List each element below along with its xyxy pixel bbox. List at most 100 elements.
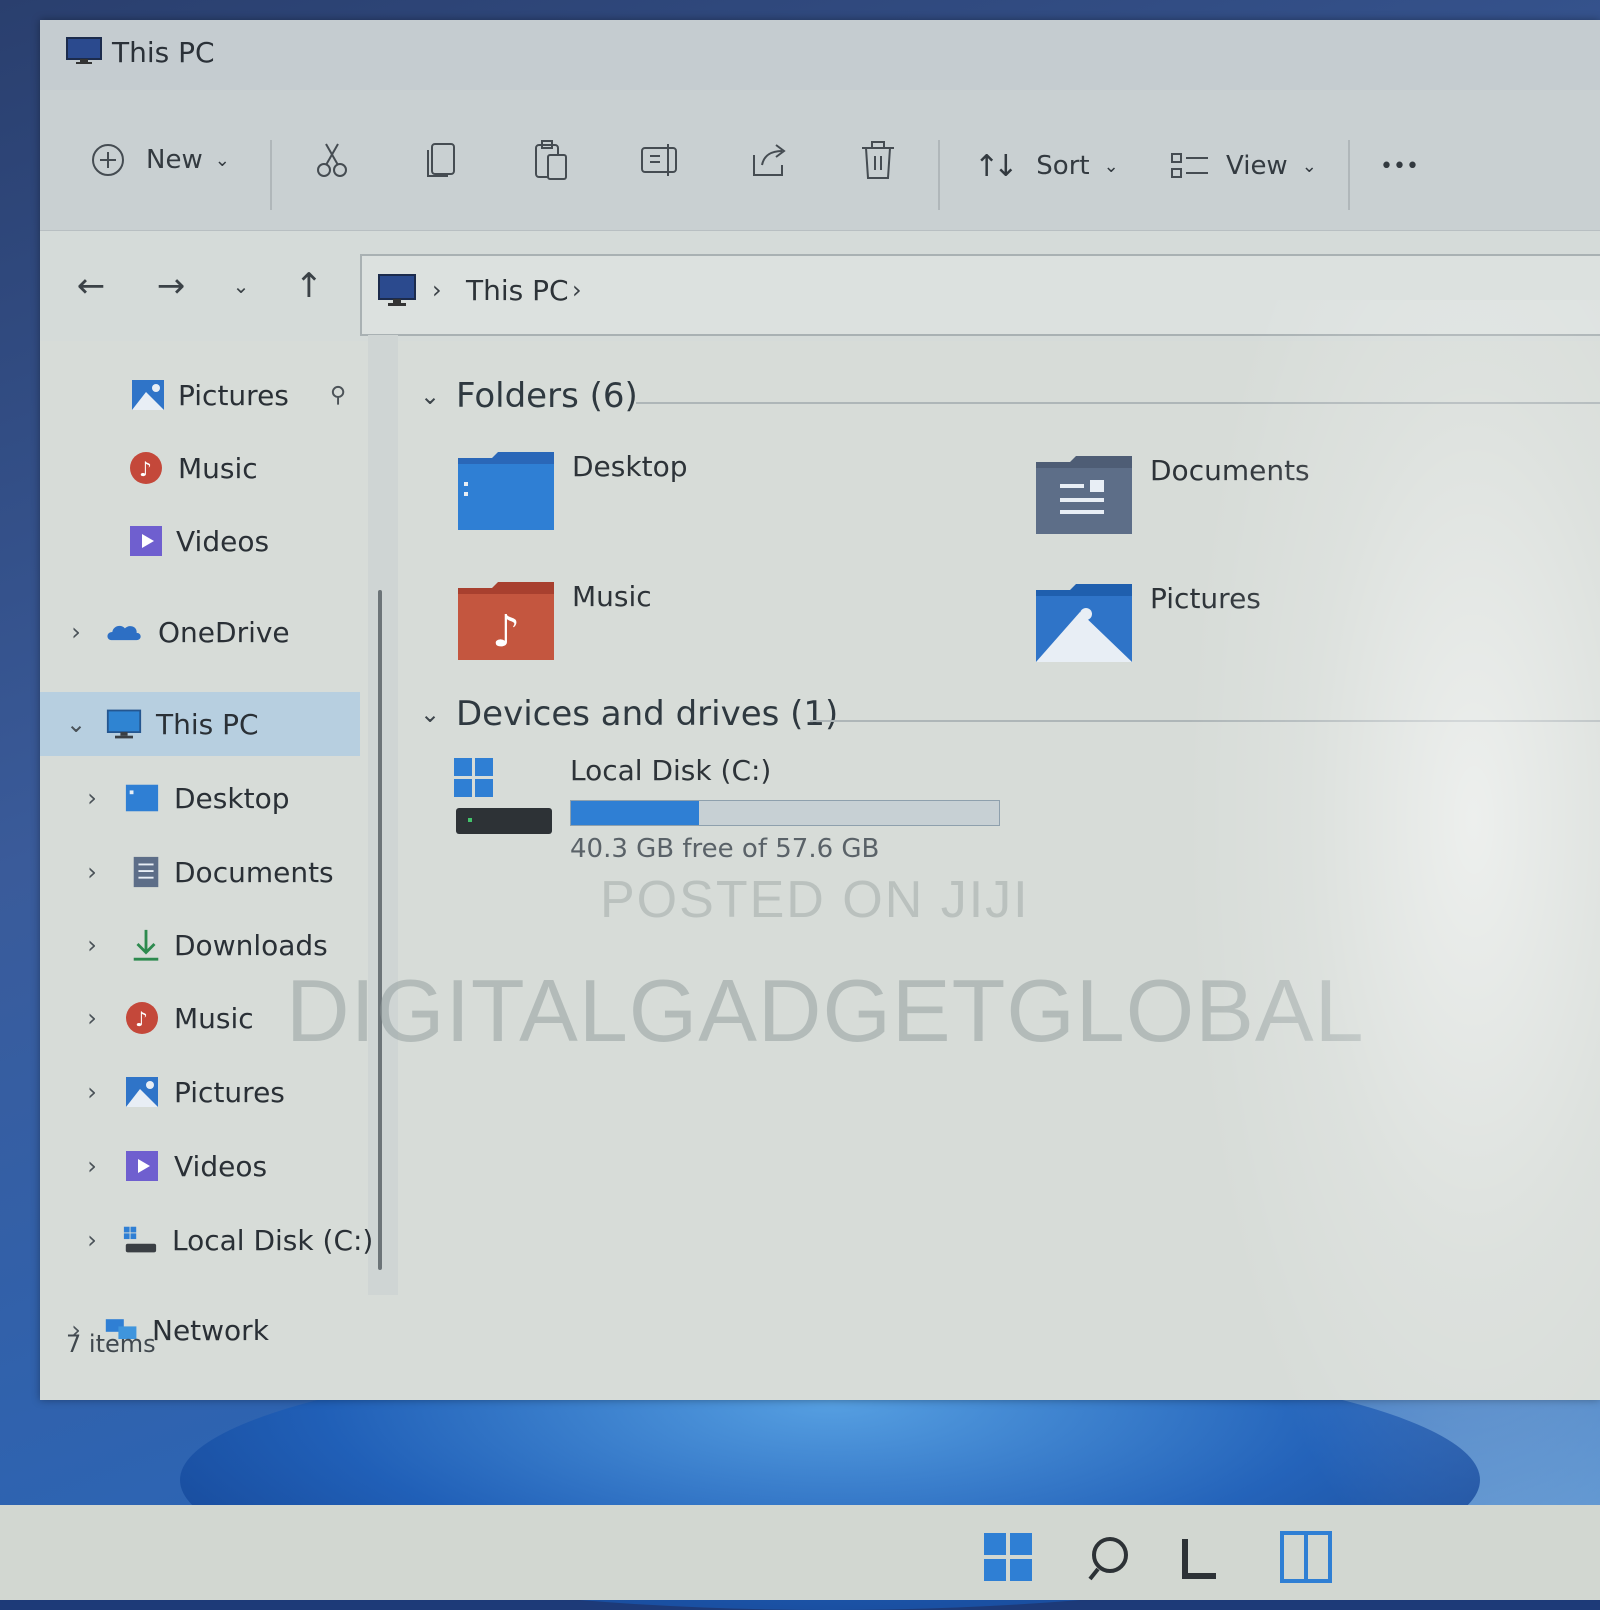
sidebar-scroll-track [368,335,398,1295]
watermark-line-1: POSTED ON JIJI [600,871,1030,929]
sidebar-item-label: Network [152,1313,269,1347]
sidebar-item-label: Local Disk (C:) [172,1223,374,1257]
drive-tile-local-disk[interactable]: Local Disk (C:) 40.3 GB free of 57.6 GB [454,754,1054,864]
drives-group-header[interactable]: ⌄ Devices and drives (1) [420,694,838,734]
chevron-down-icon[interactable]: ⌄ [420,382,450,410]
new-button[interactable]: New ⌄ [90,130,230,190]
chevron-down-icon[interactable]: ⌄ [64,710,88,738]
sort-label: Sort [1036,151,1090,181]
status-item-count: 7 items [66,1330,156,1358]
widgets-icon[interactable] [1278,1529,1334,1585]
sidebar-item-this-pc[interactable]: ⌄ This PC [40,692,360,756]
plus-circle-icon [92,144,124,176]
copy-icon [427,143,455,177]
chevron-right-icon[interactable]: › [64,618,88,646]
sidebar-item-label: Desktop [174,781,290,815]
monitor-icon [66,37,102,64]
pictures-icon [132,380,164,410]
sidebar-item-pictures-quick[interactable]: Pictures ⚲ [40,365,360,425]
chevron-right-icon[interactable]: › [80,784,104,812]
arrow-left-icon: ← [76,266,106,306]
trash-icon [862,141,894,179]
forward-button[interactable]: → [146,261,196,311]
chevron-down-icon: ⌄ [1301,155,1317,177]
back-button[interactable]: ← [66,261,116,311]
documents-folder-icon [1036,456,1132,534]
sidebar-item-documents[interactable]: › Documents [40,842,360,902]
sidebar-item-onedrive[interactable]: › OneDrive [40,602,360,662]
cut-button[interactable] [312,130,352,190]
sort-button[interactable]: ↑↓ Sort ⌄ [974,136,1119,196]
rename-button[interactable] [640,130,682,190]
arrow-right-icon: → [156,266,186,306]
command-bar: New ⌄ ↑↓ Sort ⌄ View ⌄ ••• [40,90,1600,231]
sort-icon: ↑↓ [974,148,1018,184]
folder-tile-pictures[interactable]: Pictures [1034,582,1454,672]
sidebar-item-local-disk[interactable]: › Local Disk (C:) [40,1210,373,1270]
more-options-button[interactable]: ••• [1380,136,1419,196]
sidebar-scrollbar[interactable] [378,590,382,1270]
view-button[interactable]: View ⌄ [1170,136,1317,196]
task-view-icon[interactable] [1176,1529,1232,1585]
chevron-down-icon[interactable]: ⌄ [420,700,450,728]
sidebar-item-music-quick[interactable]: ♪ Music [40,438,360,498]
folder-tile-music[interactable]: ♪ Music [456,580,876,670]
delete-button[interactable] [860,130,896,190]
sidebar-item-pictures[interactable]: › Pictures [40,1062,360,1122]
address-bar[interactable]: › This PC › [360,254,1600,336]
music-icon: ♪ [126,1002,158,1034]
this-pc-icon [106,709,142,739]
sidebar-item-label: Music [174,1001,254,1035]
sidebar-item-label: This PC [156,707,259,741]
drive-usage-fill [571,801,700,825]
sidebar-item-label: Videos [176,524,270,558]
downloads-icon [133,929,159,961]
chevron-right-icon: › [572,276,582,304]
svg-text:♪: ♪ [135,1007,148,1031]
desktop-folder-icon [458,452,554,530]
monitor-icon [378,274,416,306]
desktop-icon [125,784,159,812]
chevron-right-icon[interactable]: › [80,931,104,959]
sidebar-item-label: Pictures [174,1075,285,1109]
folder-label: Music [572,580,652,613]
chevron-right-icon[interactable]: › [80,1226,104,1254]
chevron-right-icon[interactable]: › [80,1004,104,1032]
search-icon[interactable] [1084,1529,1140,1585]
folder-label: Pictures [1150,582,1261,615]
copy-button[interactable] [424,130,460,190]
watermark-line-2: DIGITALGADGETGLOBAL [286,961,1365,1060]
folder-tile-desktop[interactable]: Desktop [456,450,876,540]
pictures-icon [126,1077,158,1107]
share-button[interactable] [750,130,790,190]
paste-button[interactable] [532,130,570,190]
folders-group-title: Folders (6) [456,376,638,416]
sidebar-item-label: Videos [174,1149,268,1183]
share-icon [753,144,786,176]
pin-icon[interactable]: ⚲ [330,383,346,408]
new-label: New [146,145,203,175]
sidebar-item-desktop[interactable]: › Desktop [40,768,360,828]
svg-text:♪: ♪ [492,606,520,657]
videos-icon [130,526,162,556]
windows-drive-icon [454,758,552,834]
chevron-right-icon[interactable]: › [80,858,104,886]
chevron-right-icon[interactable]: › [80,1152,104,1180]
sidebar-item-label: OneDrive [158,615,290,649]
navigation-bar: ← → ⌄ ↑ › This PC › [40,231,1600,341]
up-button[interactable]: ↑ [284,261,334,311]
breadcrumb-this-pc[interactable]: This PC [466,274,569,307]
start-icon[interactable] [980,1529,1036,1585]
sidebar-item-label: Documents [174,855,334,889]
paste-icon [535,140,567,180]
folder-tile-documents[interactable]: Documents [1034,454,1454,544]
navigation-pane: Pictures ⚲ ♪ Music Videos › OneDrive ⌄ T… [40,340,373,1347]
folders-group-header[interactable]: ⌄ Folders (6) [420,376,638,416]
recent-locations-button[interactable]: ⌄ [216,261,266,311]
title-bar: This PC [40,20,1600,90]
group-divider [636,402,1600,404]
sidebar-item-videos-quick[interactable]: Videos [40,511,360,571]
scissors-icon [317,143,347,177]
chevron-right-icon[interactable]: › [80,1078,104,1106]
sidebar-item-videos[interactable]: › Videos [40,1136,360,1196]
